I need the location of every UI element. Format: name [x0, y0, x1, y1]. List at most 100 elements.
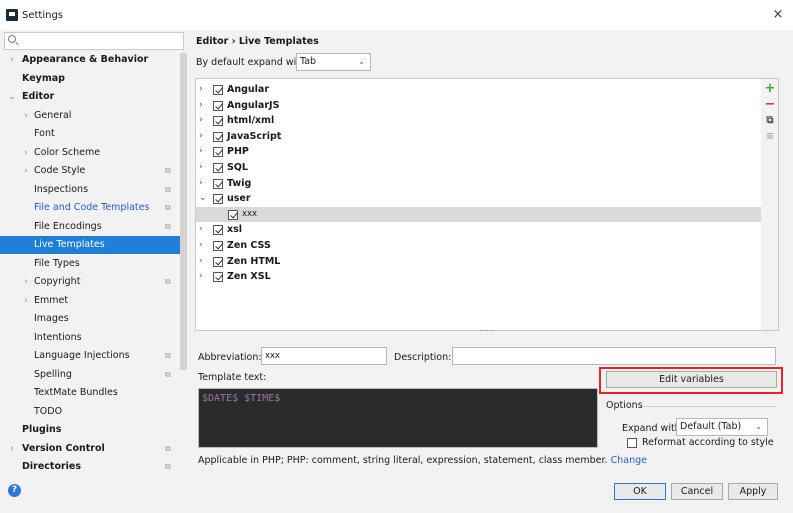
expand-arrow-icon[interactable]: › [199, 254, 209, 269]
restore-icon[interactable]: ≡ [763, 130, 777, 144]
sidebar-item-label: Editor [22, 91, 55, 102]
sidebar-item[interactable]: Plugins [0, 421, 180, 439]
sidebar-item[interactable]: Spelling ⧉ [0, 366, 180, 384]
help-icon[interactable]: ? [8, 484, 21, 497]
sidebar-item-label: Version Control [22, 442, 105, 454]
sidebar-item[interactable]: › General [0, 107, 180, 125]
sidebar-item[interactable]: File and Code Templates ⧉ [0, 199, 180, 217]
expand-arrow-icon[interactable]: › [21, 162, 31, 180]
sidebar-scrollbar[interactable] [180, 53, 187, 370]
sidebar-item[interactable]: › Color Scheme [0, 144, 180, 162]
template-checkbox[interactable] [213, 256, 223, 267]
template-checkbox[interactable] [213, 194, 223, 205]
sidebar-item[interactable]: Font [0, 125, 180, 143]
expand-arrow-icon[interactable]: › [199, 129, 209, 144]
template-group-row[interactable]: xxx [196, 206, 761, 223]
template-checkbox[interactable] [213, 85, 223, 95]
sidebar-item[interactable]: Intentions [0, 329, 180, 347]
expand-arrow-icon[interactable]: › [7, 440, 17, 458]
template-group-row[interactable]: › Zen CSS [196, 238, 761, 254]
template-group-row[interactable]: › Twig [196, 176, 761, 192]
sidebar-item[interactable]: Live Templates [0, 236, 180, 254]
template-checkbox[interactable] [213, 241, 223, 251]
sidebar-item-label: Keymap [22, 72, 65, 84]
expand-arrow-icon[interactable]: › [21, 292, 31, 310]
expand-arrow-icon[interactable]: ⌄ [199, 191, 209, 206]
ok-button[interactable]: OK [614, 483, 666, 500]
template-checkbox[interactable] [213, 147, 223, 158]
expand-arrow-icon[interactable]: › [199, 176, 209, 191]
template-checkbox[interactable] [213, 131, 223, 142]
project-scope-icon: ⧉ [165, 443, 171, 453]
sidebar-item[interactable]: › Code Style ⧉ [0, 162, 180, 180]
add-icon[interactable]: + [763, 82, 777, 96]
cancel-button[interactable]: Cancel [671, 483, 723, 500]
sidebar-item[interactable]: File Types [0, 255, 180, 273]
sidebar-item[interactable]: Inspections ⧉ [0, 181, 180, 199]
template-group-row[interactable]: ⌄ user [196, 191, 761, 207]
abbreviation-input[interactable]: xxx [261, 347, 387, 365]
close-icon[interactable]: × [770, 7, 786, 23]
search-input[interactable] [4, 32, 184, 50]
sidebar-item[interactable]: › Emmet [0, 292, 180, 310]
expand-arrow-icon[interactable]: › [199, 113, 209, 128]
apply-button[interactable]: Apply [728, 483, 778, 500]
expand-arrow-icon[interactable]: › [199, 82, 209, 97]
template-checkbox[interactable] [213, 225, 223, 236]
window-title: Settings [22, 10, 64, 21]
splitter-grip[interactable] [480, 330, 494, 333]
reformat-checkbox[interactable] [627, 438, 637, 448]
template-group-row[interactable]: › PHP [196, 144, 761, 160]
sidebar-item[interactable]: › Version Control ⧉ [0, 440, 180, 458]
expand-arrow-icon[interactable]: › [199, 238, 209, 253]
expand-arrow-icon[interactable]: › [21, 273, 31, 291]
template-text-editor[interactable]: $DATE$ $TIME$ [198, 388, 598, 448]
sidebar-item[interactable]: TODO [0, 403, 180, 421]
template-group-row[interactable]: › Angular [196, 82, 761, 98]
template-group-row[interactable]: › JavaScript [196, 129, 761, 145]
sidebar-item-label: File Types [34, 257, 80, 269]
template-checkbox[interactable] [213, 272, 223, 283]
sidebar-item[interactable]: TextMate Bundles [0, 384, 180, 402]
expand-arrow-icon[interactable]: › [199, 160, 209, 175]
sidebar-item[interactable]: › Copyright ⧉ [0, 273, 180, 291]
sidebar-item[interactable]: Language Injections ⧉ [0, 347, 180, 365]
edit-variables-button[interactable]: Edit variables [606, 371, 777, 388]
expand-arrow-icon[interactable]: › [199, 144, 209, 159]
expand-arrow-icon[interactable]: › [199, 269, 209, 284]
expand-arrow-icon[interactable]: › [7, 51, 17, 69]
template-checkbox[interactable] [213, 178, 223, 189]
sidebar-item[interactable]: File Encodings ⧉ [0, 218, 180, 236]
expand-arrow-icon[interactable]: › [21, 144, 31, 162]
sidebar-item[interactable]: ⌄ Editor [0, 88, 180, 106]
template-checkbox[interactable] [213, 163, 223, 173]
expand-arrow-icon[interactable]: › [21, 107, 31, 125]
expand-with-select[interactable]: Default (Tab) ⌄ [676, 418, 768, 436]
expand-arrow-icon[interactable]: › [199, 222, 209, 237]
description-input[interactable] [452, 347, 776, 365]
template-group-row[interactable]: › SQL [196, 160, 761, 176]
template-checkbox[interactable] [228, 209, 238, 220]
copy-icon[interactable]: ⧉ [763, 114, 777, 128]
template-group-row[interactable]: › xsl [196, 222, 761, 238]
expand-default-select[interactable]: Tab ⌄ [296, 53, 371, 71]
sidebar-item[interactable]: Images [0, 310, 180, 328]
sidebar-item[interactable]: Directories ⧉ [0, 458, 180, 476]
change-link[interactable]: Change [611, 455, 647, 466]
sidebar-item[interactable]: › Appearance & Behavior [0, 51, 180, 69]
expand-arrow-icon[interactable]: ⌄ [7, 88, 17, 106]
template-group-row[interactable]: › AngularJS [196, 98, 761, 114]
remove-icon[interactable]: − [763, 98, 777, 112]
sidebar-item-label: Images [34, 313, 69, 324]
template-group-row[interactable]: › html/xml [196, 113, 761, 129]
template-group-row[interactable]: › Zen XSL [196, 269, 761, 285]
template-name: JavaScript [227, 130, 282, 142]
expand-arrow-icon[interactable]: › [199, 98, 209, 113]
expand-with-label: Expand with [622, 423, 681, 434]
sidebar-item[interactable]: Keymap [0, 70, 180, 88]
template-group-row[interactable]: › Zen HTML [196, 254, 761, 270]
template-checkbox[interactable] [213, 116, 223, 127]
template-name: Zen CSS [227, 240, 271, 251]
template-checkbox[interactable] [213, 100, 223, 111]
applicable-contexts: Applicable in PHP; PHP: comment, string … [198, 455, 647, 466]
